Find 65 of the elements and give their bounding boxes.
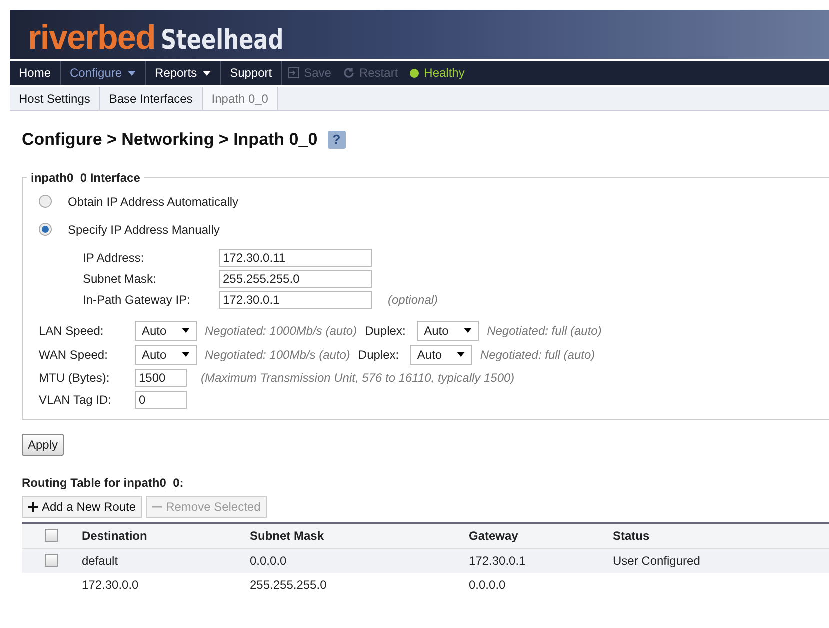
page-title: Configure > Networking > Inpath 0_0 (22, 129, 318, 151)
hint-text: Negotiated: full (auto) (487, 322, 602, 340)
nav-item[interactable]: Configure (61, 61, 146, 85)
field-label: LAN Speed: (39, 322, 105, 340)
status-label: Healthy (424, 65, 465, 82)
field-label: IP Address: (83, 250, 146, 266)
dropdown[interactable]: Auto (410, 344, 472, 364)
tab[interactable]: Inpath 0_0 (202, 87, 278, 110)
radio-button[interactable] (39, 195, 52, 208)
field-label: MTU (Bytes): (39, 370, 111, 386)
hint-text: (Maximum Transmission Unit, 576 to 16110, typically 1500) (201, 370, 515, 386)
caret-icon (203, 70, 212, 76)
caret-icon (182, 352, 190, 357)
hint-text: (optional) (388, 292, 438, 308)
table-cell: 172.30.0.1 (469, 554, 526, 568)
caret-icon (182, 328, 190, 333)
logo-brand: riverbed (28, 21, 156, 55)
field-label: Subnet Mask: (83, 270, 158, 288)
column-header: Destination (81, 528, 148, 544)
table-cell: default (82, 554, 118, 568)
dropdown[interactable]: Auto (135, 320, 197, 340)
dropdown[interactable]: Auto (135, 344, 197, 364)
nav-item[interactable]: Support (221, 61, 282, 85)
table-cell: 0.0.0.0 (469, 578, 506, 592)
caret-icon (457, 352, 466, 357)
nav-item[interactable]: Home (10, 61, 62, 85)
help-button[interactable]: ? (328, 130, 346, 149)
input-field[interactable]: 0 (135, 390, 187, 408)
tab[interactable]: Host Settings (10, 87, 100, 110)
input-field[interactable]: 172.30.0.11 (219, 248, 372, 266)
table-cell: 255.255.255.0 (250, 578, 327, 592)
toolbar-button[interactable]: Add a New Route (22, 496, 142, 518)
field-label: Duplex: (365, 322, 407, 340)
hint-text: Negotiated: full (auto) (480, 346, 596, 364)
column-header: Status (612, 528, 651, 544)
checkbox[interactable] (44, 554, 58, 567)
column-header: Gateway (468, 528, 520, 544)
input-field[interactable]: 1500 (135, 368, 187, 386)
table-cell: 0.0.0.0 (250, 554, 287, 568)
hint-text: Negotiated: 100Mb/s (auto) (205, 346, 350, 364)
field-label: VLAN Tag ID: (39, 392, 112, 408)
logo-product: Steelhead (161, 27, 284, 54)
column-header: Subnet Mask (249, 528, 326, 544)
refresh-icon (343, 67, 356, 79)
field-label: Duplex: (358, 346, 400, 364)
input-field[interactable]: 172.30.0.1 (219, 290, 372, 308)
checkbox[interactable] (44, 529, 58, 542)
save-icon (288, 67, 300, 79)
radio-button[interactable] (39, 223, 52, 236)
input-field[interactable]: 255.255.255.0 (219, 270, 372, 288)
caret-icon (128, 70, 136, 76)
dropdown[interactable]: Auto (417, 320, 480, 340)
caret-icon (464, 328, 472, 333)
section-title: Routing Table for inpath0_0: (22, 474, 185, 492)
apply-button[interactable]: Apply (22, 434, 64, 456)
hint-text: Negotiated: 1000Mb/s (auto) (205, 322, 358, 340)
table-cell: User Configured (613, 554, 700, 568)
field-label: In-Path Gateway IP: (83, 292, 192, 308)
table-cell: 172.30.0.0 (82, 578, 139, 592)
radio-label: Obtain IP Address Automatically (68, 194, 239, 210)
plus-icon (28, 502, 38, 512)
fieldset-legend: inpath0_0 Interface (27, 168, 144, 186)
radio-label: Specify IP Address Manually (68, 222, 220, 238)
nav-item[interactable]: Reports (146, 61, 222, 85)
field-label: WAN Speed: (39, 346, 109, 364)
